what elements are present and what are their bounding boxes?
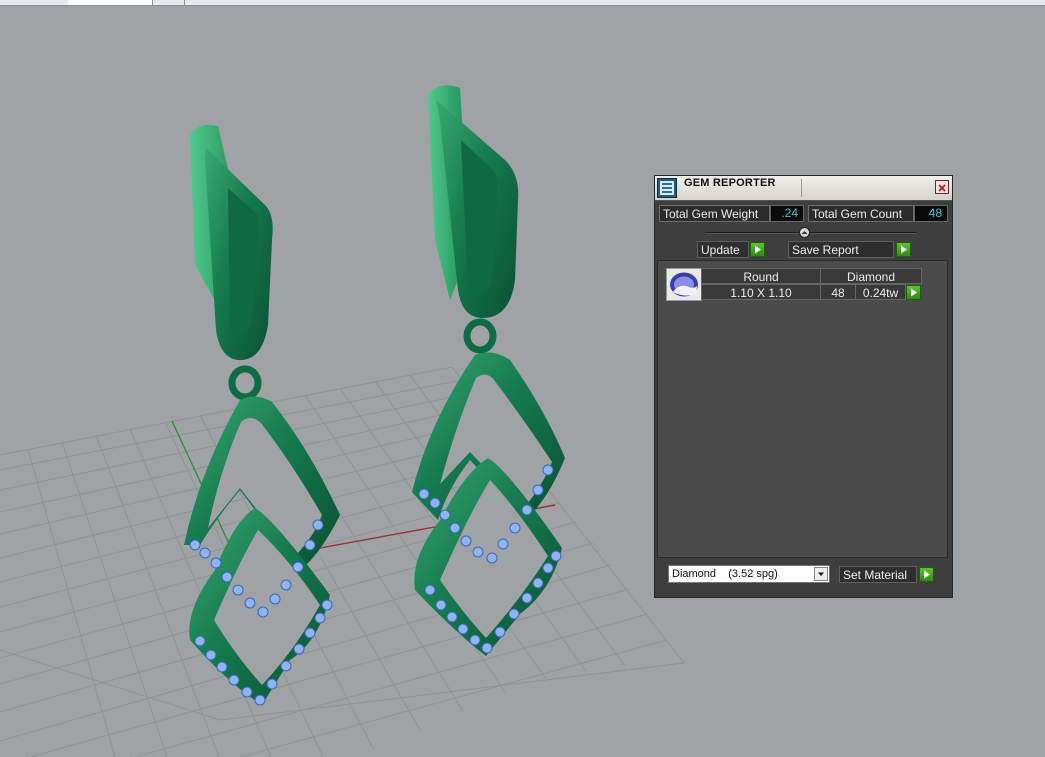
titlebar-divider xyxy=(801,179,802,197)
round-diamond-thumbnail-icon[interactable] xyxy=(666,268,702,301)
gem-reporter-panel: GEM REPORTER Total Gem Weight .24 Total … xyxy=(654,175,953,598)
panel-splitter-handle[interactable] xyxy=(799,227,810,238)
gem-size-cell: 1.10 X 1.10 xyxy=(701,284,821,300)
gem-list: Round Diamond 1.10 X 1.10 48 0.24tw xyxy=(657,260,948,558)
close-icon[interactable] xyxy=(935,180,949,194)
gem-material-header: Diamond xyxy=(820,268,922,284)
panel-splitter-track xyxy=(705,232,917,234)
total-gem-count-label: Total Gem Count xyxy=(808,205,914,222)
update-go-icon[interactable] xyxy=(750,242,765,257)
update-button[interactable]: Update xyxy=(697,241,749,258)
construction-grid xyxy=(0,366,685,757)
gem-shape-header: Round xyxy=(701,268,821,284)
save-report-button[interactable]: Save Report xyxy=(788,241,894,258)
gem-reporter-title: GEM REPORTER xyxy=(684,177,776,189)
material-select[interactable]: Diamond (3.52 spg) xyxy=(668,565,830,583)
save-report-go-icon[interactable] xyxy=(896,242,911,257)
chevron-down-icon[interactable] xyxy=(814,567,828,581)
gem-reporter-titlebar[interactable]: GEM REPORTER xyxy=(655,176,952,201)
total-gem-weight-value: .24 xyxy=(770,205,804,222)
total-gem-weight-label: Total Gem Weight xyxy=(659,205,770,222)
set-material-go-icon[interactable] xyxy=(919,567,934,582)
gem-count-cell: 48 xyxy=(820,284,856,300)
gem-reporter-logo-icon xyxy=(657,178,677,198)
total-gem-count-value: 48 xyxy=(914,205,948,222)
gem-row-select-icon[interactable] xyxy=(906,285,921,300)
material-select-value: Diamond (3.52 spg) xyxy=(672,568,778,580)
set-material-button[interactable]: Set Material xyxy=(839,566,917,583)
gem-weight-cell: 0.24tw xyxy=(855,284,906,300)
